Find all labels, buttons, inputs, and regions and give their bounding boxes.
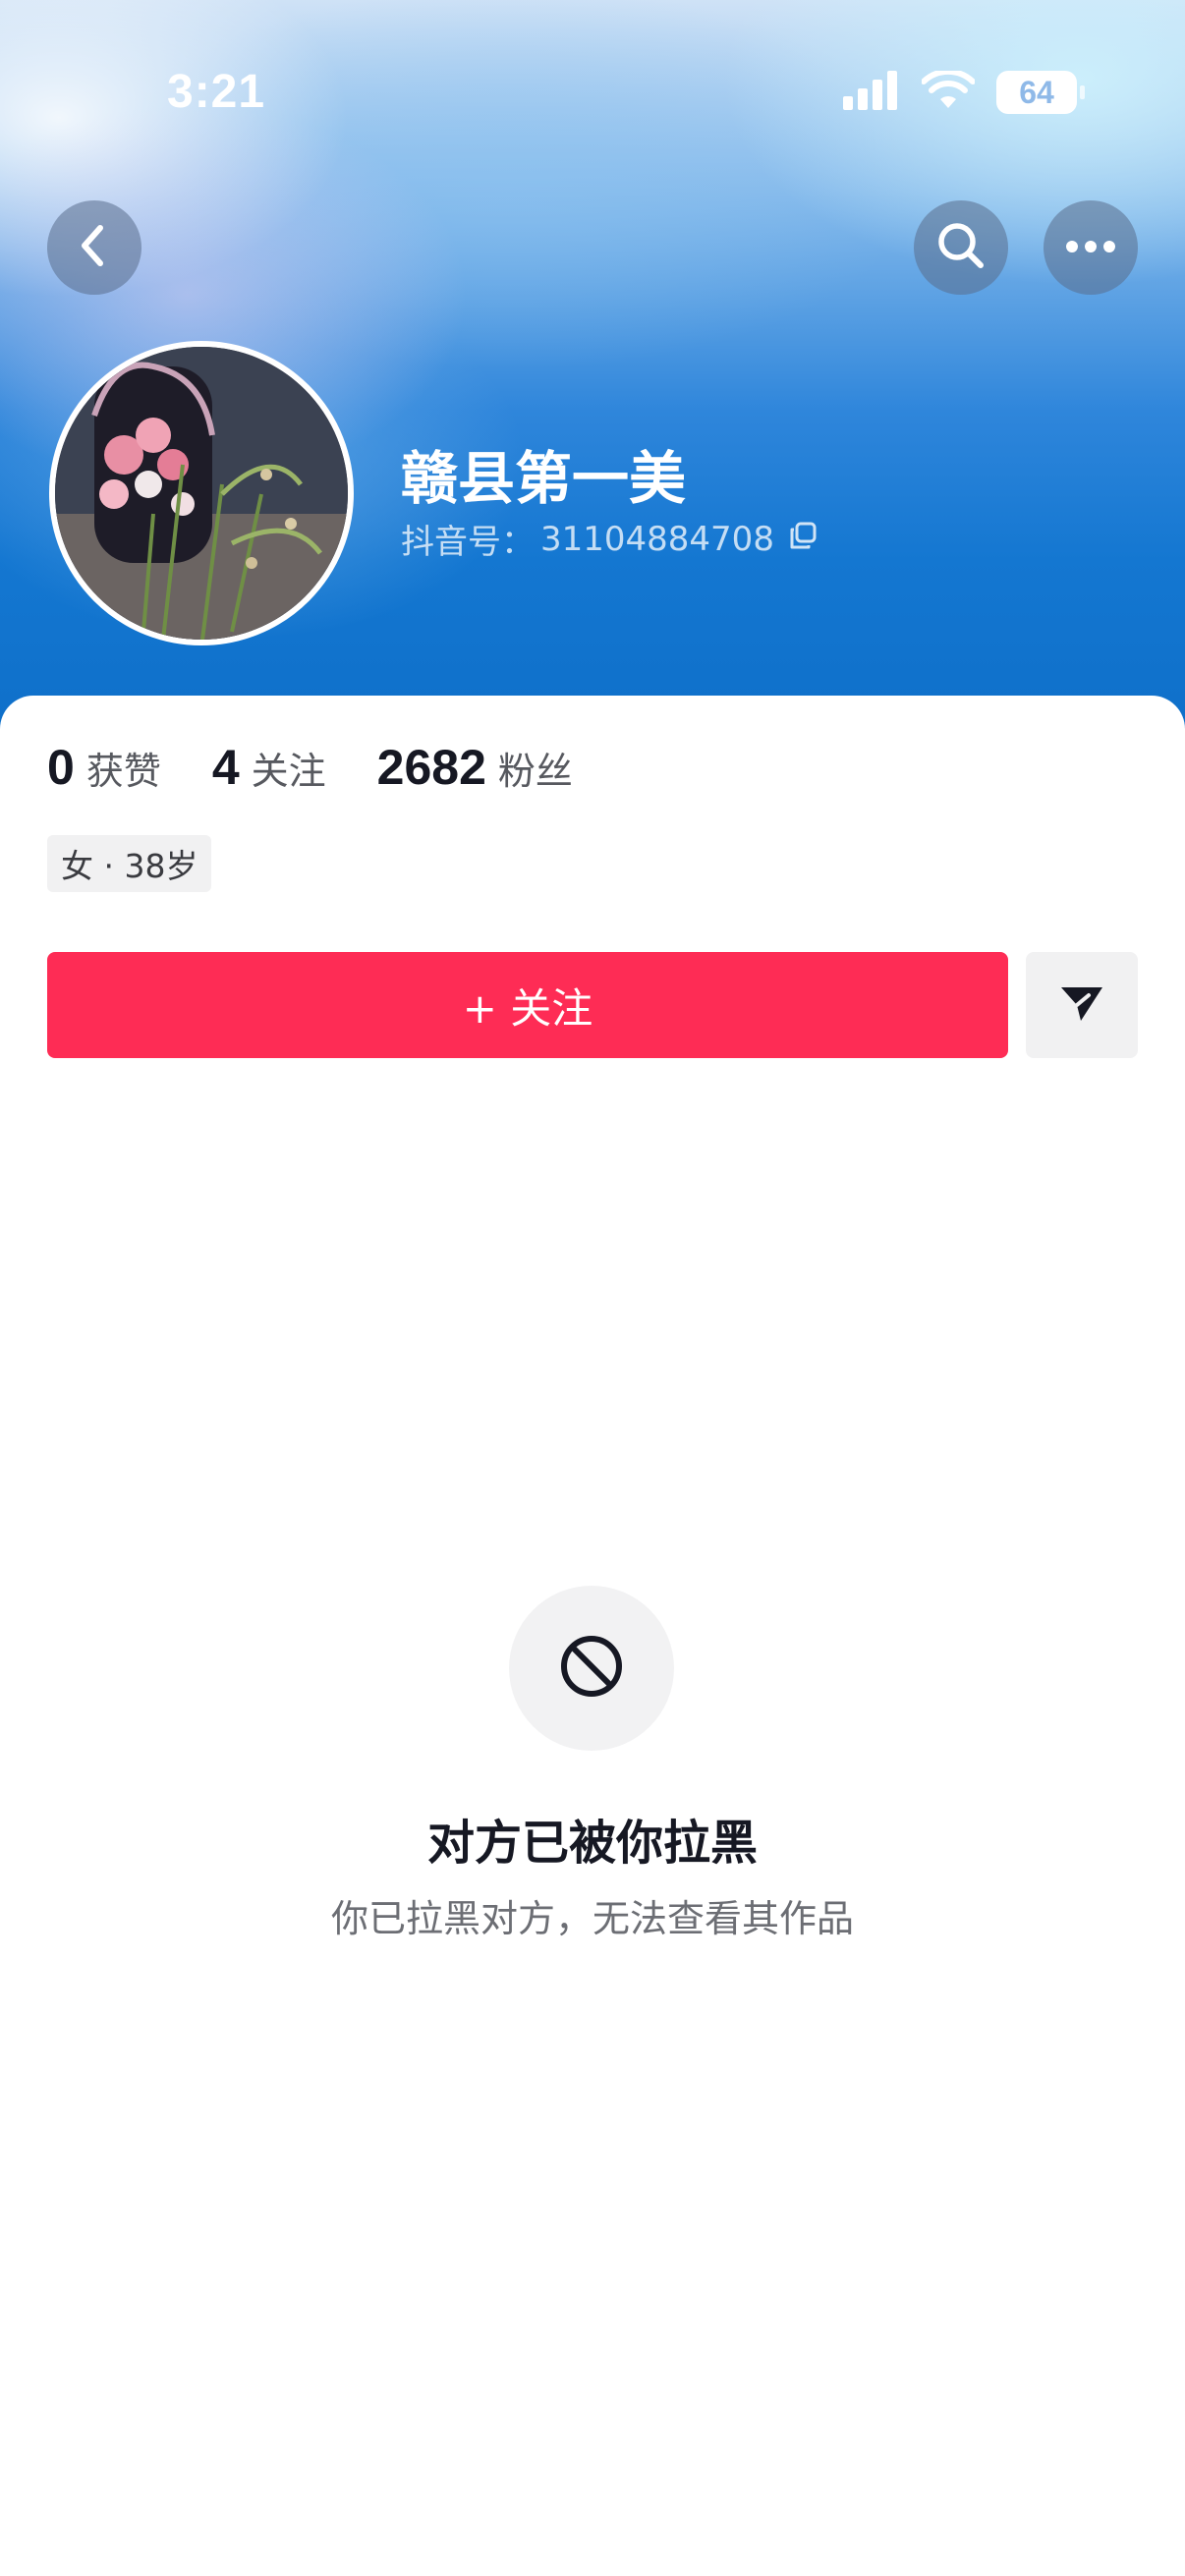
stat-likes[interactable]: 0 获赞 <box>47 739 161 796</box>
chevron-left-icon <box>75 222 114 273</box>
profile-tag-gender-age: 女 · 38岁 <box>47 835 212 892</box>
profile-screen: 3:21 64 赣县第一美 抖音号： 31104884708 0 获赞 4 关注… <box>0 0 1185 2576</box>
send-icon <box>1059 983 1104 1027</box>
profile-stats: 0 获赞 4 关注 2682 粉丝 <box>47 739 624 796</box>
account-id-label: 抖音号： <box>401 523 535 562</box>
status-icons: 64 <box>843 68 1085 114</box>
back-button[interactable] <box>47 200 141 295</box>
blocked-title: 对方已被你拉黑 <box>426 1816 758 1871</box>
copy-icon[interactable] <box>788 520 818 559</box>
blocked-state-icon-container <box>509 1586 674 1751</box>
stat-value: 4 <box>211 740 240 795</box>
stat-label: 获赞 <box>85 750 161 793</box>
stat-following[interactable]: 4 关注 <box>212 739 326 796</box>
blocked-description: 你已拉黑对方，无法查看其作品 <box>330 1897 854 1940</box>
account-id-row[interactable]: 抖音号： 31104884708 <box>401 515 818 563</box>
stat-value: 0 <box>47 740 75 795</box>
search-button[interactable] <box>914 200 1008 295</box>
stat-label: 关注 <box>251 750 326 793</box>
avatar-image <box>55 347 348 640</box>
stat-followers[interactable]: 2682 粉丝 <box>377 739 573 796</box>
stat-label: 粉丝 <box>497 750 573 793</box>
search-icon <box>935 220 987 275</box>
profile-nickname: 赣县第一美 <box>401 445 687 512</box>
follow-button[interactable]: + 关注 <box>47 952 1008 1058</box>
stat-value: 2682 <box>376 740 486 795</box>
wifi-icon <box>921 68 976 114</box>
account-id-value: 31104884708 <box>540 519 774 559</box>
status-time: 3:21 <box>167 66 266 118</box>
cellular-signal-icon <box>843 71 900 114</box>
more-button[interactable] <box>1044 200 1138 295</box>
share-button[interactable] <box>1026 952 1138 1058</box>
avatar[interactable] <box>49 341 354 645</box>
more-dots-icon <box>1065 239 1116 257</box>
blocked-icon <box>557 1632 626 1705</box>
battery-indicator: 64 <box>996 71 1085 114</box>
follow-button-label: + 关注 <box>462 983 593 1033</box>
